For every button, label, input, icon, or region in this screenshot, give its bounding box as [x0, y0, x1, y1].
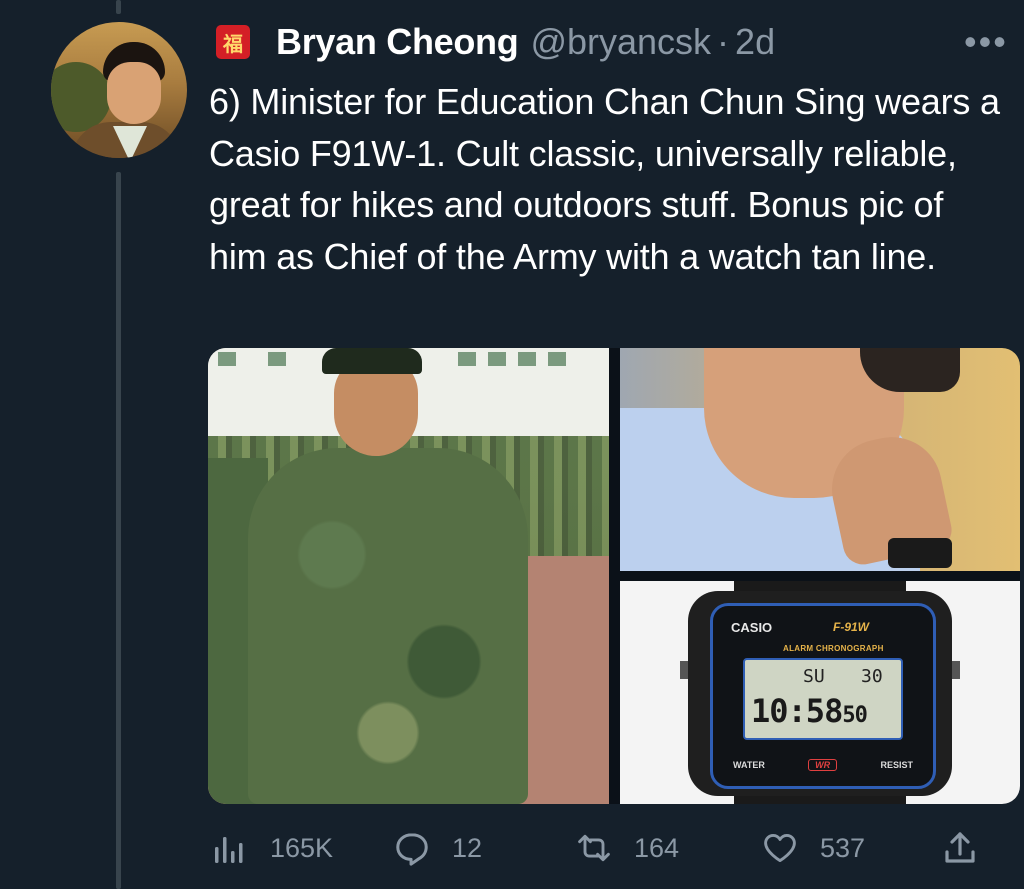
watch-button-left [680, 661, 688, 679]
watch-model: F-91W [833, 620, 869, 634]
avatar-bg [51, 62, 111, 132]
watch-case: CASIO F-91W ALARM CHRONOGRAPH SU 30 10:5… [680, 591, 960, 796]
watch-feature-label: ALARM CHRONOGRAPH [783, 644, 884, 653]
watch-lcd: SU 30 10:5850 [743, 658, 903, 740]
avatar[interactable] [51, 22, 187, 158]
avatar-face [107, 62, 161, 124]
water-resist-label: WATER WR RESIST [733, 756, 913, 774]
reply-icon [394, 830, 430, 866]
envelope-glyph: 福 [223, 31, 243, 56]
share-icon [942, 830, 978, 866]
beret [322, 348, 422, 374]
thread-line-top [116, 0, 121, 14]
heart-icon [762, 830, 798, 866]
water-right: RESIST [880, 760, 913, 770]
tweet-text: 6) Minister for Education Chan Chun Sing… [209, 81, 1000, 277]
soldier-uniform [248, 448, 528, 804]
reply-button[interactable]: 12 [394, 826, 482, 870]
retweet-button[interactable]: 164 [576, 826, 679, 870]
author-name[interactable]: Bryan Cheong [276, 21, 519, 63]
building-window [218, 352, 236, 366]
thread-line-bottom [116, 172, 121, 889]
portrait-watch [888, 538, 952, 568]
building-window [488, 352, 506, 366]
more-options-button[interactable]: ••• [964, 20, 1008, 64]
tweet-header: 福 Bryan Cheong @bryancsk · 2d [216, 20, 775, 64]
separator-dot: · [717, 21, 730, 62]
watch-brand: CASIO [731, 620, 773, 635]
building-window [268, 352, 286, 366]
views-button[interactable]: 165K [212, 826, 333, 870]
photo-army[interactable] [208, 348, 609, 804]
views-count: 165K [270, 832, 334, 863]
lcd-date: 30 [861, 666, 883, 687]
red-envelope-icon: 福 [216, 25, 250, 59]
analytics-icon [212, 830, 248, 866]
tweet-timestamp[interactable]: 2d [735, 21, 775, 63]
lcd-hours-minutes: 10:58 [751, 692, 843, 730]
lcd-seconds: 50 [842, 703, 867, 728]
author-handle[interactable]: @bryancsk [530, 21, 711, 63]
watch-bezel: CASIO F-91W ALARM CHRONOGRAPH SU 30 10:5… [710, 603, 936, 789]
retweet-icon [576, 830, 612, 866]
media-grid: CASIO F-91W ALARM CHRONOGRAPH SU 30 10:5… [208, 348, 1020, 804]
like-button[interactable]: 537 [762, 826, 865, 870]
retweets-count: 164 [634, 832, 680, 863]
photo-watch[interactable]: CASIO F-91W ALARM CHRONOGRAPH SU 30 10:5… [620, 581, 1020, 804]
wr-badge: WR [808, 759, 838, 771]
building-window [518, 352, 536, 366]
replies-count: 12 [452, 832, 483, 863]
share-button[interactable] [942, 826, 978, 870]
watch-button-right [952, 661, 960, 679]
likes-count: 537 [820, 832, 866, 863]
building-window [548, 352, 566, 366]
lcd-time: 10:5850 [751, 692, 868, 730]
lcd-day: SU [803, 666, 825, 687]
water-left: WATER [733, 760, 765, 770]
photo-portrait[interactable] [620, 348, 1020, 571]
building-window [458, 352, 476, 366]
